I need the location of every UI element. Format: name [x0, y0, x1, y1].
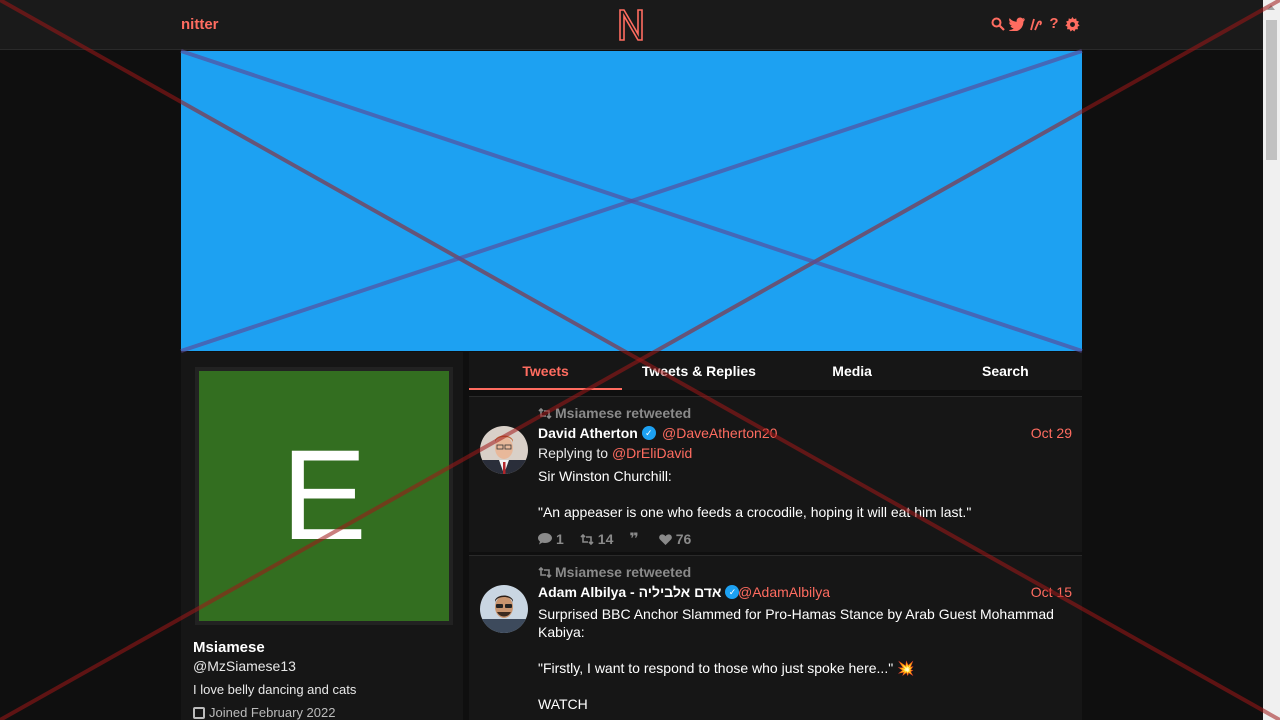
- timeline: Tweets Tweets & Replies Media Search Msi…: [469, 352, 1082, 720]
- tweet-text-line: Surprised BBC Anchor Slammed for Pro-Ham…: [538, 606, 1054, 640]
- tweet-fullname[interactable]: Adam Albilya - אדם אלביליה ✓: [538, 584, 740, 600]
- fullname-text[interactable]: Adam Albilya - אדם אלביליה: [538, 584, 721, 600]
- scroll-up-arrow-icon[interactable]: [1267, 5, 1275, 10]
- profile-handle[interactable]: @MzSiamese13: [193, 658, 296, 674]
- profile-name[interactable]: Msiamese: [193, 639, 265, 656]
- quote-stat[interactable]: ❞: [629, 529, 642, 549]
- replying-to: Replying to @DrEliDavid: [538, 445, 692, 461]
- help-icon[interactable]: ?: [1047, 15, 1061, 33]
- replying-to-link[interactable]: @DrEliDavid: [612, 445, 692, 461]
- comment-icon: [538, 533, 552, 545]
- timeline-tabs: Tweets Tweets & Replies Media Search: [469, 352, 1082, 390]
- nitter-logo-icon[interactable]: [617, 7, 645, 43]
- profile-bio: I love belly dancing and cats: [193, 682, 357, 697]
- tweet-text-line: "An appeaser is one who feeds a crocodil…: [538, 504, 972, 520]
- quote-icon: ❞: [629, 531, 639, 548]
- tweet-stats: 1 14 ❞ 76: [538, 529, 691, 549]
- tweet-text-line: Sir Winston Churchill:: [538, 468, 672, 484]
- like-stat[interactable]: 76: [658, 529, 692, 549]
- retweet-header: Msiamese retweeted: [538, 405, 691, 421]
- tweet-text-line: WATCH: [538, 696, 588, 712]
- tweet-username[interactable]: @AdamAlbilya: [738, 584, 830, 600]
- twitter-icon[interactable]: [1009, 17, 1025, 31]
- retweeted-by: Msiamese retweeted: [555, 564, 692, 580]
- tweet-avatar[interactable]: [480, 585, 528, 633]
- retweet-count: 14: [597, 531, 614, 547]
- verified-badge-icon: ✓: [641, 426, 656, 440]
- profile-card: E Msiamese @MzSiamese13 I love belly dan…: [181, 352, 463, 720]
- top-navbar: nitter ?: [0, 0, 1263, 50]
- tweet-date[interactable]: Oct 29: [1031, 425, 1072, 441]
- tweet-content: Sir Winston Churchill: "An appeaser is o…: [538, 467, 1068, 521]
- profile-joined-date: Joined February 2022: [193, 705, 335, 720]
- fullname-text[interactable]: David Atherton: [538, 425, 638, 441]
- nav-icon-group: ?: [991, 15, 1080, 33]
- gear-icon[interactable]: [1065, 16, 1080, 32]
- tab-media[interactable]: Media: [776, 352, 929, 390]
- tweet-content: Surprised BBC Anchor Slammed for Pro-Ham…: [538, 605, 1068, 713]
- retweet-stat[interactable]: 14: [580, 529, 614, 549]
- tweet-text-line: "Firstly, I want to respond to those who…: [538, 660, 915, 676]
- avatar-letter: E: [281, 424, 367, 567]
- scroll-thumb[interactable]: [1266, 20, 1277, 160]
- page-scrollbar[interactable]: [1263, 0, 1280, 720]
- heart-icon: [658, 533, 672, 545]
- retweet-icon: [580, 533, 594, 545]
- tab-search[interactable]: Search: [929, 352, 1082, 390]
- rss-icon[interactable]: [1029, 17, 1043, 31]
- retweet-header: Msiamese retweeted: [538, 564, 691, 580]
- tab-tweets-replies[interactable]: Tweets & Replies: [622, 352, 775, 390]
- joined-text: Joined February 2022: [209, 705, 336, 720]
- tweet-fullname[interactable]: David Atherton ✓: [538, 425, 656, 441]
- retweeted-by: Msiamese retweeted: [555, 405, 692, 421]
- retweet-icon: [538, 407, 552, 419]
- search-icon[interactable]: [991, 17, 1005, 31]
- replying-prefix: Replying to: [538, 445, 609, 461]
- tweet-item[interactable]: Msiamese retweeted David Atherton ✓ @Dav…: [469, 396, 1082, 552]
- calendar-icon: [193, 706, 205, 719]
- retweet-icon: [538, 566, 552, 578]
- comment-stat[interactable]: 1: [538, 529, 564, 549]
- comment-count: 1: [556, 531, 564, 547]
- tweet-date[interactable]: Oct 15: [1031, 584, 1072, 600]
- like-count: 76: [675, 531, 692, 547]
- tweet-username[interactable]: @DaveAtherton20: [662, 425, 777, 441]
- tweet-avatar[interactable]: [480, 426, 528, 474]
- profile-avatar[interactable]: E: [195, 367, 453, 625]
- tab-tweets[interactable]: Tweets: [469, 352, 623, 390]
- tweet-item[interactable]: Msiamese retweeted Adam Albilya - אדם אל…: [469, 555, 1082, 720]
- profile-banner[interactable]: [181, 51, 1082, 351]
- brand-link[interactable]: nitter: [181, 16, 219, 33]
